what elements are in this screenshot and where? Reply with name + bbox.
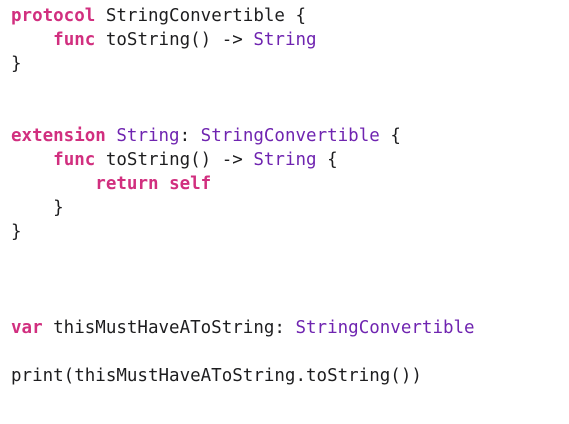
code-token-type: StringConvertible: [200, 126, 380, 146]
code-token-keyword: func: [53, 30, 96, 50]
code-line[interactable]: [11, 292, 475, 316]
code-token-type: String: [253, 30, 317, 50]
code-token-plain: :: [179, 126, 201, 146]
code-token-type: String: [116, 126, 180, 146]
code-token-keyword: return: [95, 174, 159, 194]
code-line[interactable]: func toString() -> String: [11, 28, 475, 52]
code-line[interactable]: [11, 100, 475, 124]
code-line[interactable]: [11, 244, 475, 268]
code-line[interactable]: protocol StringConvertible {: [11, 4, 475, 28]
code-line[interactable]: }: [11, 220, 475, 244]
code-token-plain: }: [11, 198, 64, 218]
code-line[interactable]: print(thisMustHaveAToString.toString()): [11, 364, 475, 388]
code-token-plain: }: [11, 222, 22, 242]
code-line[interactable]: [11, 268, 475, 292]
code-token-plain: thisMustHaveAToString:: [42, 318, 296, 338]
code-token-plain: {: [316, 150, 338, 170]
code-line[interactable]: [11, 76, 475, 100]
code-block[interactable]: protocol StringConvertible { func toStri…: [11, 4, 475, 388]
code-line[interactable]: func toString() -> String {: [11, 148, 475, 172]
code-token-keyword: extension: [11, 126, 106, 146]
code-line[interactable]: }: [11, 52, 475, 76]
code-line[interactable]: [11, 340, 475, 364]
code-token-type: String: [253, 150, 317, 170]
code-token-plain: }: [11, 54, 22, 74]
code-token-plain: {: [379, 126, 401, 146]
code-token-plain: StringConvertible {: [95, 6, 307, 26]
code-line[interactable]: extension String: StringConvertible {: [11, 124, 475, 148]
code-line[interactable]: return self: [11, 172, 475, 196]
code-token-plain: print(thisMustHaveAToString.toString()): [11, 366, 422, 386]
code-line[interactable]: }: [11, 196, 475, 220]
code-token-plain: toString() ->: [95, 30, 254, 50]
code-token-keyword: self: [169, 174, 212, 194]
code-token-plain: toString() ->: [95, 150, 254, 170]
code-token-type: StringConvertible: [295, 318, 475, 338]
code-editor[interactable]: protocol StringConvertible { func toStri…: [0, 0, 569, 424]
code-token-keyword: protocol: [11, 6, 96, 26]
code-token-keyword: func: [53, 150, 96, 170]
code-token-keyword: var: [11, 318, 43, 338]
code-line[interactable]: var thisMustHaveAToString: StringConvert…: [11, 316, 475, 340]
